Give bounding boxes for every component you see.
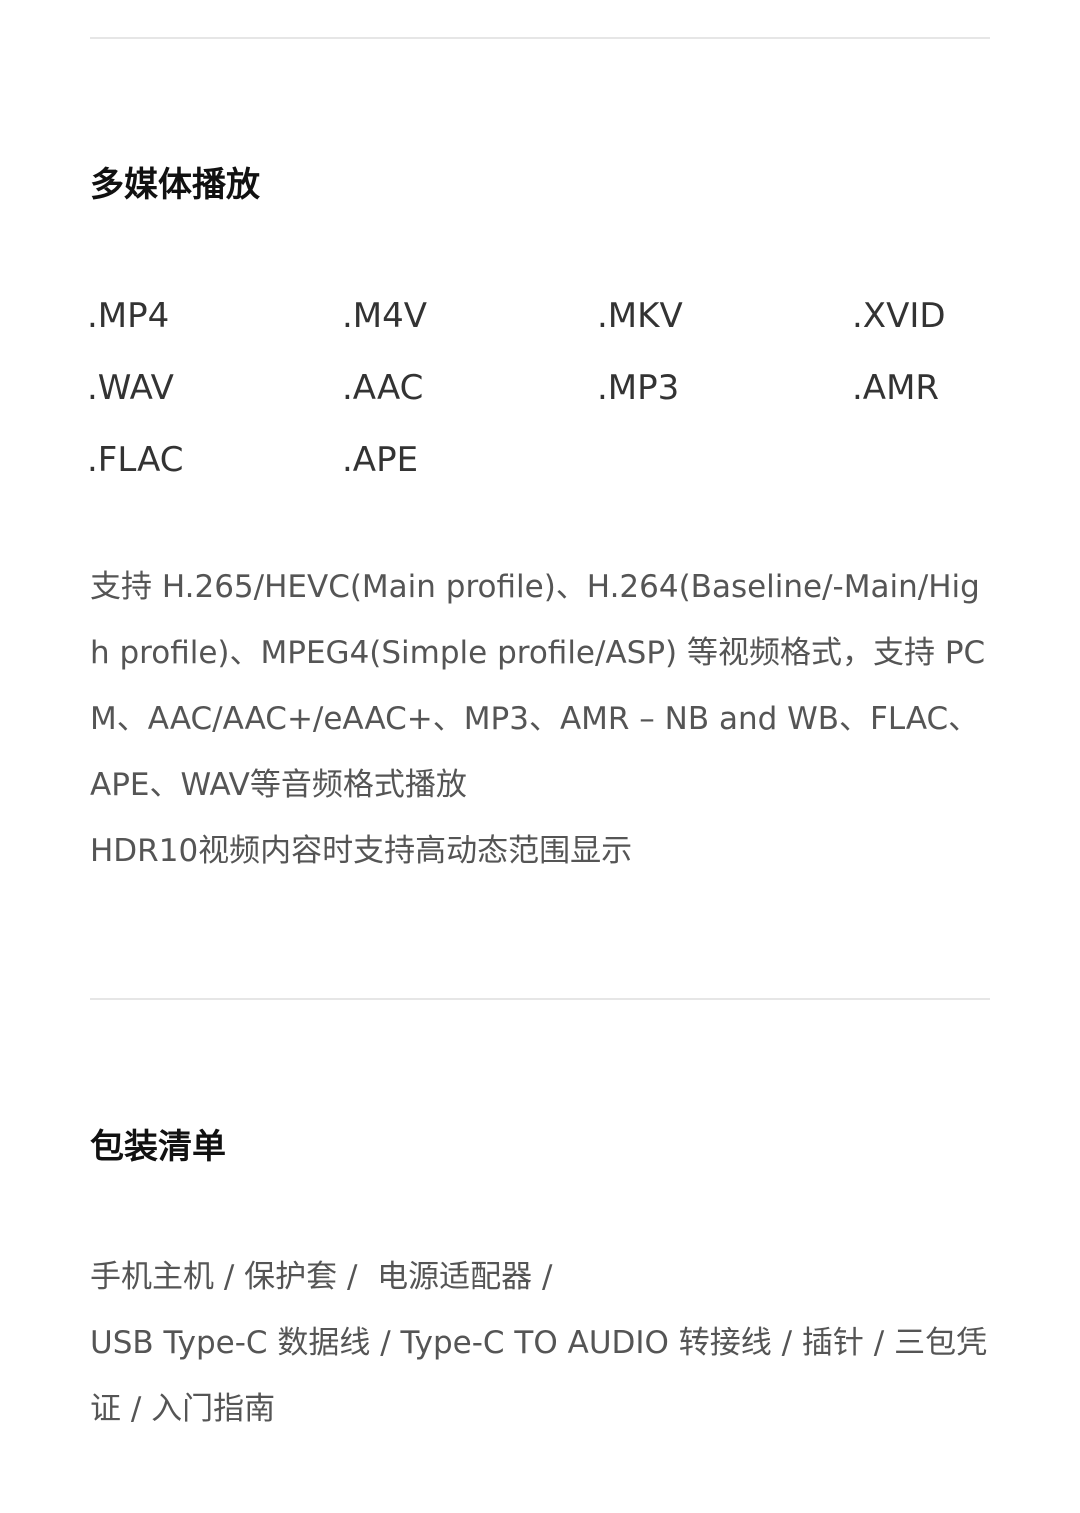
- format-item: .MP4: [87, 296, 170, 336]
- format-item: .MP3: [597, 368, 680, 408]
- format-item: .WAV: [87, 368, 174, 408]
- format-item: .MKV: [597, 296, 683, 336]
- format-item: .M4V: [342, 296, 428, 336]
- codec-support-text: 支持 H.265/HEVC(Main profile)、H.264(Baseli…: [90, 569, 986, 803]
- format-item: .FLAC: [87, 440, 184, 480]
- format-item: .XVID: [852, 296, 946, 336]
- top-divider: [90, 37, 990, 39]
- multimedia-description: 支持 H.265/HEVC(Main profile)、H.264(Baseli…: [90, 554, 995, 884]
- multimedia-section-title: 多媒体播放: [90, 165, 260, 205]
- section-divider: [90, 998, 990, 1000]
- package-line-2: USB Type-C 数据线 / Type-C TO AUDIO 转接线 / 插…: [90, 1325, 988, 1427]
- format-grid: .MP4 .M4V .MKV .XVID .WAV .AAC .MP3 .AMR…: [87, 292, 990, 508]
- package-section-title: 包装清单: [90, 1127, 226, 1167]
- format-item: .AMR: [852, 368, 940, 408]
- format-item: .APE: [342, 440, 419, 480]
- format-item: .AAC: [342, 368, 424, 408]
- package-list: 手机主机 / 保护套 / 电源适配器 / USB Type-C 数据线 / Ty…: [90, 1244, 995, 1442]
- package-line-1: 手机主机 / 保护套 / 电源适配器 /: [90, 1259, 553, 1295]
- hdr-note-text: HDR10视频内容时支持高动态范围显示: [90, 833, 633, 869]
